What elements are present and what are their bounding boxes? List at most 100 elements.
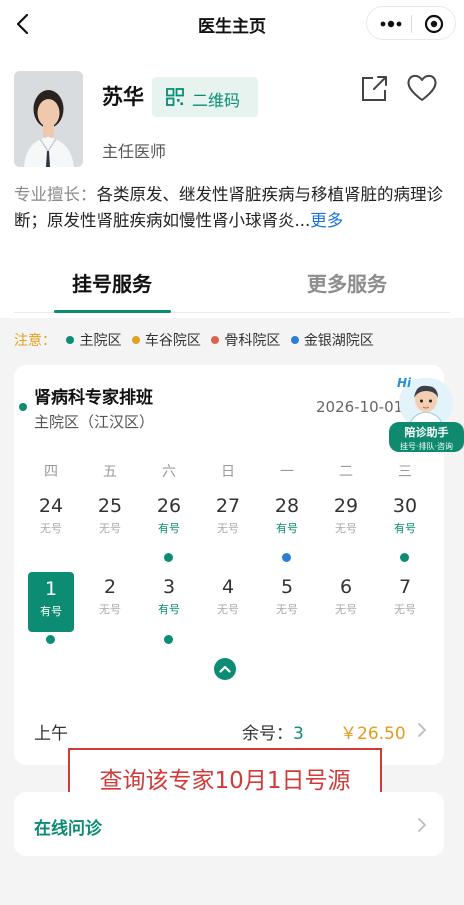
calendar-day-status: 无号	[335, 522, 357, 535]
calendar-day-status: 无号	[217, 603, 239, 616]
assistant-pill: 陪诊助手 挂号·排队·咨询	[389, 422, 464, 452]
calendar-day[interactable]: 3 有号	[140, 574, 198, 617]
calendar-day-status: 无号	[394, 603, 416, 616]
share-button[interactable]	[358, 72, 390, 104]
calendar-day-number: 26	[156, 495, 182, 517]
calendar-day-number: 25	[97, 495, 123, 517]
schedule-title: 肾病科专家排班	[34, 388, 153, 408]
tab-more-services[interactable]: 更多服务	[277, 268, 417, 297]
heart-icon	[407, 74, 437, 101]
campus-legend: 注意： 主院区 车谷院区 骨科院区 金银湖院区	[14, 330, 374, 350]
slot-remaining-count: 3	[293, 724, 304, 744]
assistant-label: 陪诊助手	[404, 426, 449, 439]
campus-dot	[19, 403, 27, 411]
weekday-label: 三	[398, 464, 412, 480]
legend-item-orthopedic: 骨科院区	[211, 330, 280, 350]
calendar-day[interactable]: 25 无号	[81, 493, 139, 536]
legend-item-jinyinhu: 金银湖院区	[290, 330, 374, 350]
specialty-more-link[interactable]: 更多	[310, 211, 343, 230]
chevron-up-icon	[219, 665, 231, 673]
calendar-day-status: 有号	[40, 605, 62, 618]
calendar-day[interactable]: 28 有号	[258, 493, 316, 536]
schedule-card: 肾病科专家排班 主院区（江汉区） 2026-10-01 四五六日一二三 24 无号…	[14, 365, 444, 765]
weekday-label: 二	[339, 464, 353, 480]
calendar-day-number: 30	[392, 495, 418, 517]
close-mini-program-button[interactable]	[415, 7, 453, 41]
calendar-day-status: 无号	[40, 522, 62, 535]
calendar-day-number: 7	[398, 576, 412, 598]
calendar-day[interactable]: 1 有号	[28, 572, 74, 632]
campus-availability-dot	[46, 635, 55, 644]
doctor-header: 苏华 二维码 主任医师 专业擅长：各类原发、继发性肾脏疾病与移植肾脏的病理诊断；…	[0, 48, 464, 318]
favorite-button[interactable]	[404, 72, 440, 104]
qr-code-label: 二维码	[192, 91, 241, 110]
calendar-day[interactable]: 5 无号	[258, 574, 316, 617]
weekday-label: 一	[280, 464, 294, 480]
calendar-day-status: 有号	[158, 522, 180, 535]
specialty-text: 专业擅长：各类原发、继发性肾脏疾病与移植肾脏的病理诊断；原发性肾脏疾病如慢性肾小…	[14, 182, 450, 234]
calendar-day[interactable]: 30 有号	[376, 493, 434, 536]
calendar-day[interactable]: 7 无号	[376, 574, 434, 617]
campus-availability-dot	[400, 553, 409, 562]
calendar-day-number: 24	[38, 495, 64, 517]
annotation-text: 查询该专家10月1日号源	[99, 768, 351, 794]
calendar-day-number: 3	[162, 576, 176, 598]
calendar-day-status: 有号	[158, 603, 180, 616]
online-consult-row[interactable]: 在线问诊	[14, 792, 444, 856]
calendar-day[interactable]: 27 无号	[199, 493, 257, 536]
weekday-label: 五	[103, 464, 117, 480]
calendar-day[interactable]: 29 无号	[317, 493, 375, 536]
weekday-label: 日	[221, 464, 235, 480]
calendar-day[interactable]: 4 无号	[199, 574, 257, 617]
calendar-day[interactable]: 2 无号	[81, 574, 139, 617]
nav-bar: 医生主页	[0, 0, 464, 48]
calendar-day-status: 无号	[99, 522, 121, 535]
calendar-day-status: 无号	[276, 603, 298, 616]
target-close-icon	[424, 14, 444, 34]
calendar-day-status: 有号	[276, 522, 298, 535]
more-dots-icon	[380, 20, 402, 28]
calendar-day[interactable]: 24 无号	[22, 493, 80, 536]
legend-note: 注意：	[14, 333, 56, 349]
calendar-day-number: 4	[221, 576, 235, 598]
slot-price: ￥26.50	[340, 724, 406, 744]
campus-availability-dot	[164, 553, 173, 562]
assistant-hi: Hi	[397, 376, 412, 390]
calendar-day-status: 有号	[394, 522, 416, 535]
service-tabs: 挂号服务 更多服务	[0, 266, 464, 316]
doctor-name: 苏华	[102, 85, 144, 109]
capsule-divider	[411, 15, 412, 33]
calendar-day-number: 2	[103, 576, 117, 598]
online-consult-label: 在线问诊	[34, 819, 102, 839]
more-button[interactable]	[373, 7, 409, 41]
calendar-day-status: 无号	[335, 603, 357, 616]
collapse-calendar-button[interactable]	[214, 658, 236, 680]
slot-period: 上午	[34, 724, 68, 744]
share-icon	[362, 76, 387, 101]
calendar-day-status: 无号	[217, 522, 239, 535]
assistant-sublabel: 挂号·排队·咨询	[399, 442, 454, 451]
tab-registration[interactable]: 挂号服务	[42, 268, 182, 297]
qr-code-button[interactable]: 二维码	[152, 77, 258, 117]
qr-code-icon	[166, 88, 184, 106]
calendar-day[interactable]: 26 有号	[140, 493, 198, 536]
calendar-day-number: 5	[280, 576, 294, 598]
slot-remaining: 余号：3	[242, 724, 304, 744]
calendar-day-number: 28	[274, 495, 300, 517]
calendar-day-number: 6	[339, 576, 353, 598]
legend-dot	[66, 336, 75, 344]
weekday-label: 六	[162, 464, 176, 480]
campus-availability-dot	[282, 553, 291, 562]
legend-dot	[131, 336, 140, 344]
calendar-day[interactable]: 6 无号	[317, 574, 375, 617]
doctor-title: 主任医师	[102, 142, 167, 161]
calendar-day-status: 无号	[99, 603, 121, 616]
calendar-day-number: 29	[333, 495, 359, 517]
doctor-avatar	[14, 71, 83, 167]
legend-dot	[211, 336, 220, 344]
campus-availability-dot	[164, 635, 173, 644]
legend-item-main: 主院区	[66, 330, 121, 350]
chevron-right-icon	[418, 723, 426, 737]
calendar-day-number: 1	[44, 578, 58, 600]
assistant-widget[interactable]: Hi 陪诊助手 挂号·排队·咨询	[389, 372, 464, 454]
